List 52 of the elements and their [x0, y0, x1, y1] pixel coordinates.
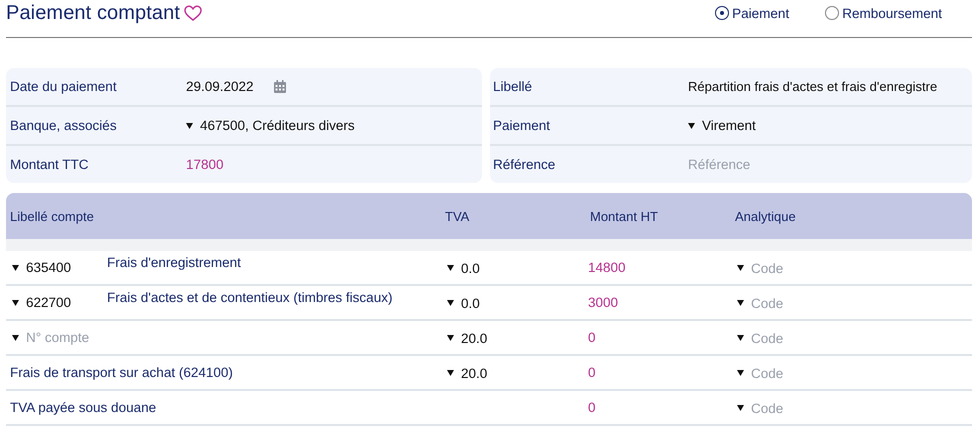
field-label: Date du paiement [9, 79, 118, 94]
mode-radio[interactable]: Paiement [715, 6, 790, 20]
radio-button[interactable] [825, 6, 840, 20]
text-field[interactable]: Répartition frais d'actes et frais d'enregistre [688, 79, 938, 94]
select-field[interactable]: Virement [688, 118, 756, 133]
column-header: TVA [444, 208, 470, 224]
vat-select[interactable]: 0.0 [447, 260, 480, 276]
column-header: Libellé compte [9, 208, 94, 224]
caret-icon [737, 405, 744, 412]
account-select[interactable]: 635400 [12, 260, 107, 275]
amount-field[interactable]: 0 [588, 365, 596, 380]
caret-icon [186, 122, 193, 128]
caret-icon [12, 334, 19, 340]
caret-icon [737, 300, 744, 306]
caret-icon [737, 335, 744, 342]
column-header: Montant HT [589, 208, 658, 224]
amount-field[interactable]: 0 [588, 400, 596, 415]
caret-icon [737, 265, 744, 272]
amount-field[interactable]: 14800 [588, 260, 626, 275]
input-field[interactable]: Référence [688, 157, 888, 172]
amount-field[interactable]: 17800 [186, 157, 224, 172]
caret-icon [447, 265, 454, 272]
field-label: Paiement [492, 118, 552, 133]
account-label: TVA payée sous douane [10, 400, 156, 415]
account-label: Frais d'actes et de contentieux (timbres fiscaux) [107, 290, 392, 305]
radio-button[interactable] [715, 6, 730, 20]
caret-icon [447, 335, 454, 342]
account-label: Frais de transport sur achat (624100) [10, 365, 233, 380]
field-label: Libellé [492, 79, 534, 94]
mode-radio[interactable]: Remboursement [825, 6, 942, 20]
calendar-icon [274, 80, 286, 93]
field-label: Montant TTC [9, 157, 90, 172]
caret-icon [12, 300, 19, 306]
vat-select[interactable]: 20.0 [447, 366, 488, 381]
field-label: Référence [492, 157, 556, 172]
caret-icon [12, 264, 19, 270]
page-title: Paiement comptant [6, 2, 180, 24]
field-label: Banque, associés [9, 118, 118, 133]
column-header: Analytique [734, 208, 796, 224]
caret-icon [447, 370, 454, 376]
amount-field[interactable]: 0 [588, 330, 596, 345]
select-field[interactable]: 467500, Créditeurs divers [186, 118, 355, 133]
date-field[interactable]: 29.09.2022 [186, 79, 254, 94]
heart-icon[interactable] [184, 5, 202, 21]
amount-field[interactable]: 3000 [588, 295, 618, 310]
caret-icon [688, 122, 695, 128]
account-select[interactable]: 622700 [12, 295, 107, 310]
vat-select[interactable]: 20.0 [447, 330, 488, 346]
account-label: Frais d'enregistrement [107, 255, 241, 270]
caret-icon [447, 300, 454, 306]
caret-icon [737, 370, 744, 376]
vat-select[interactable]: 0.0 [447, 296, 480, 311]
